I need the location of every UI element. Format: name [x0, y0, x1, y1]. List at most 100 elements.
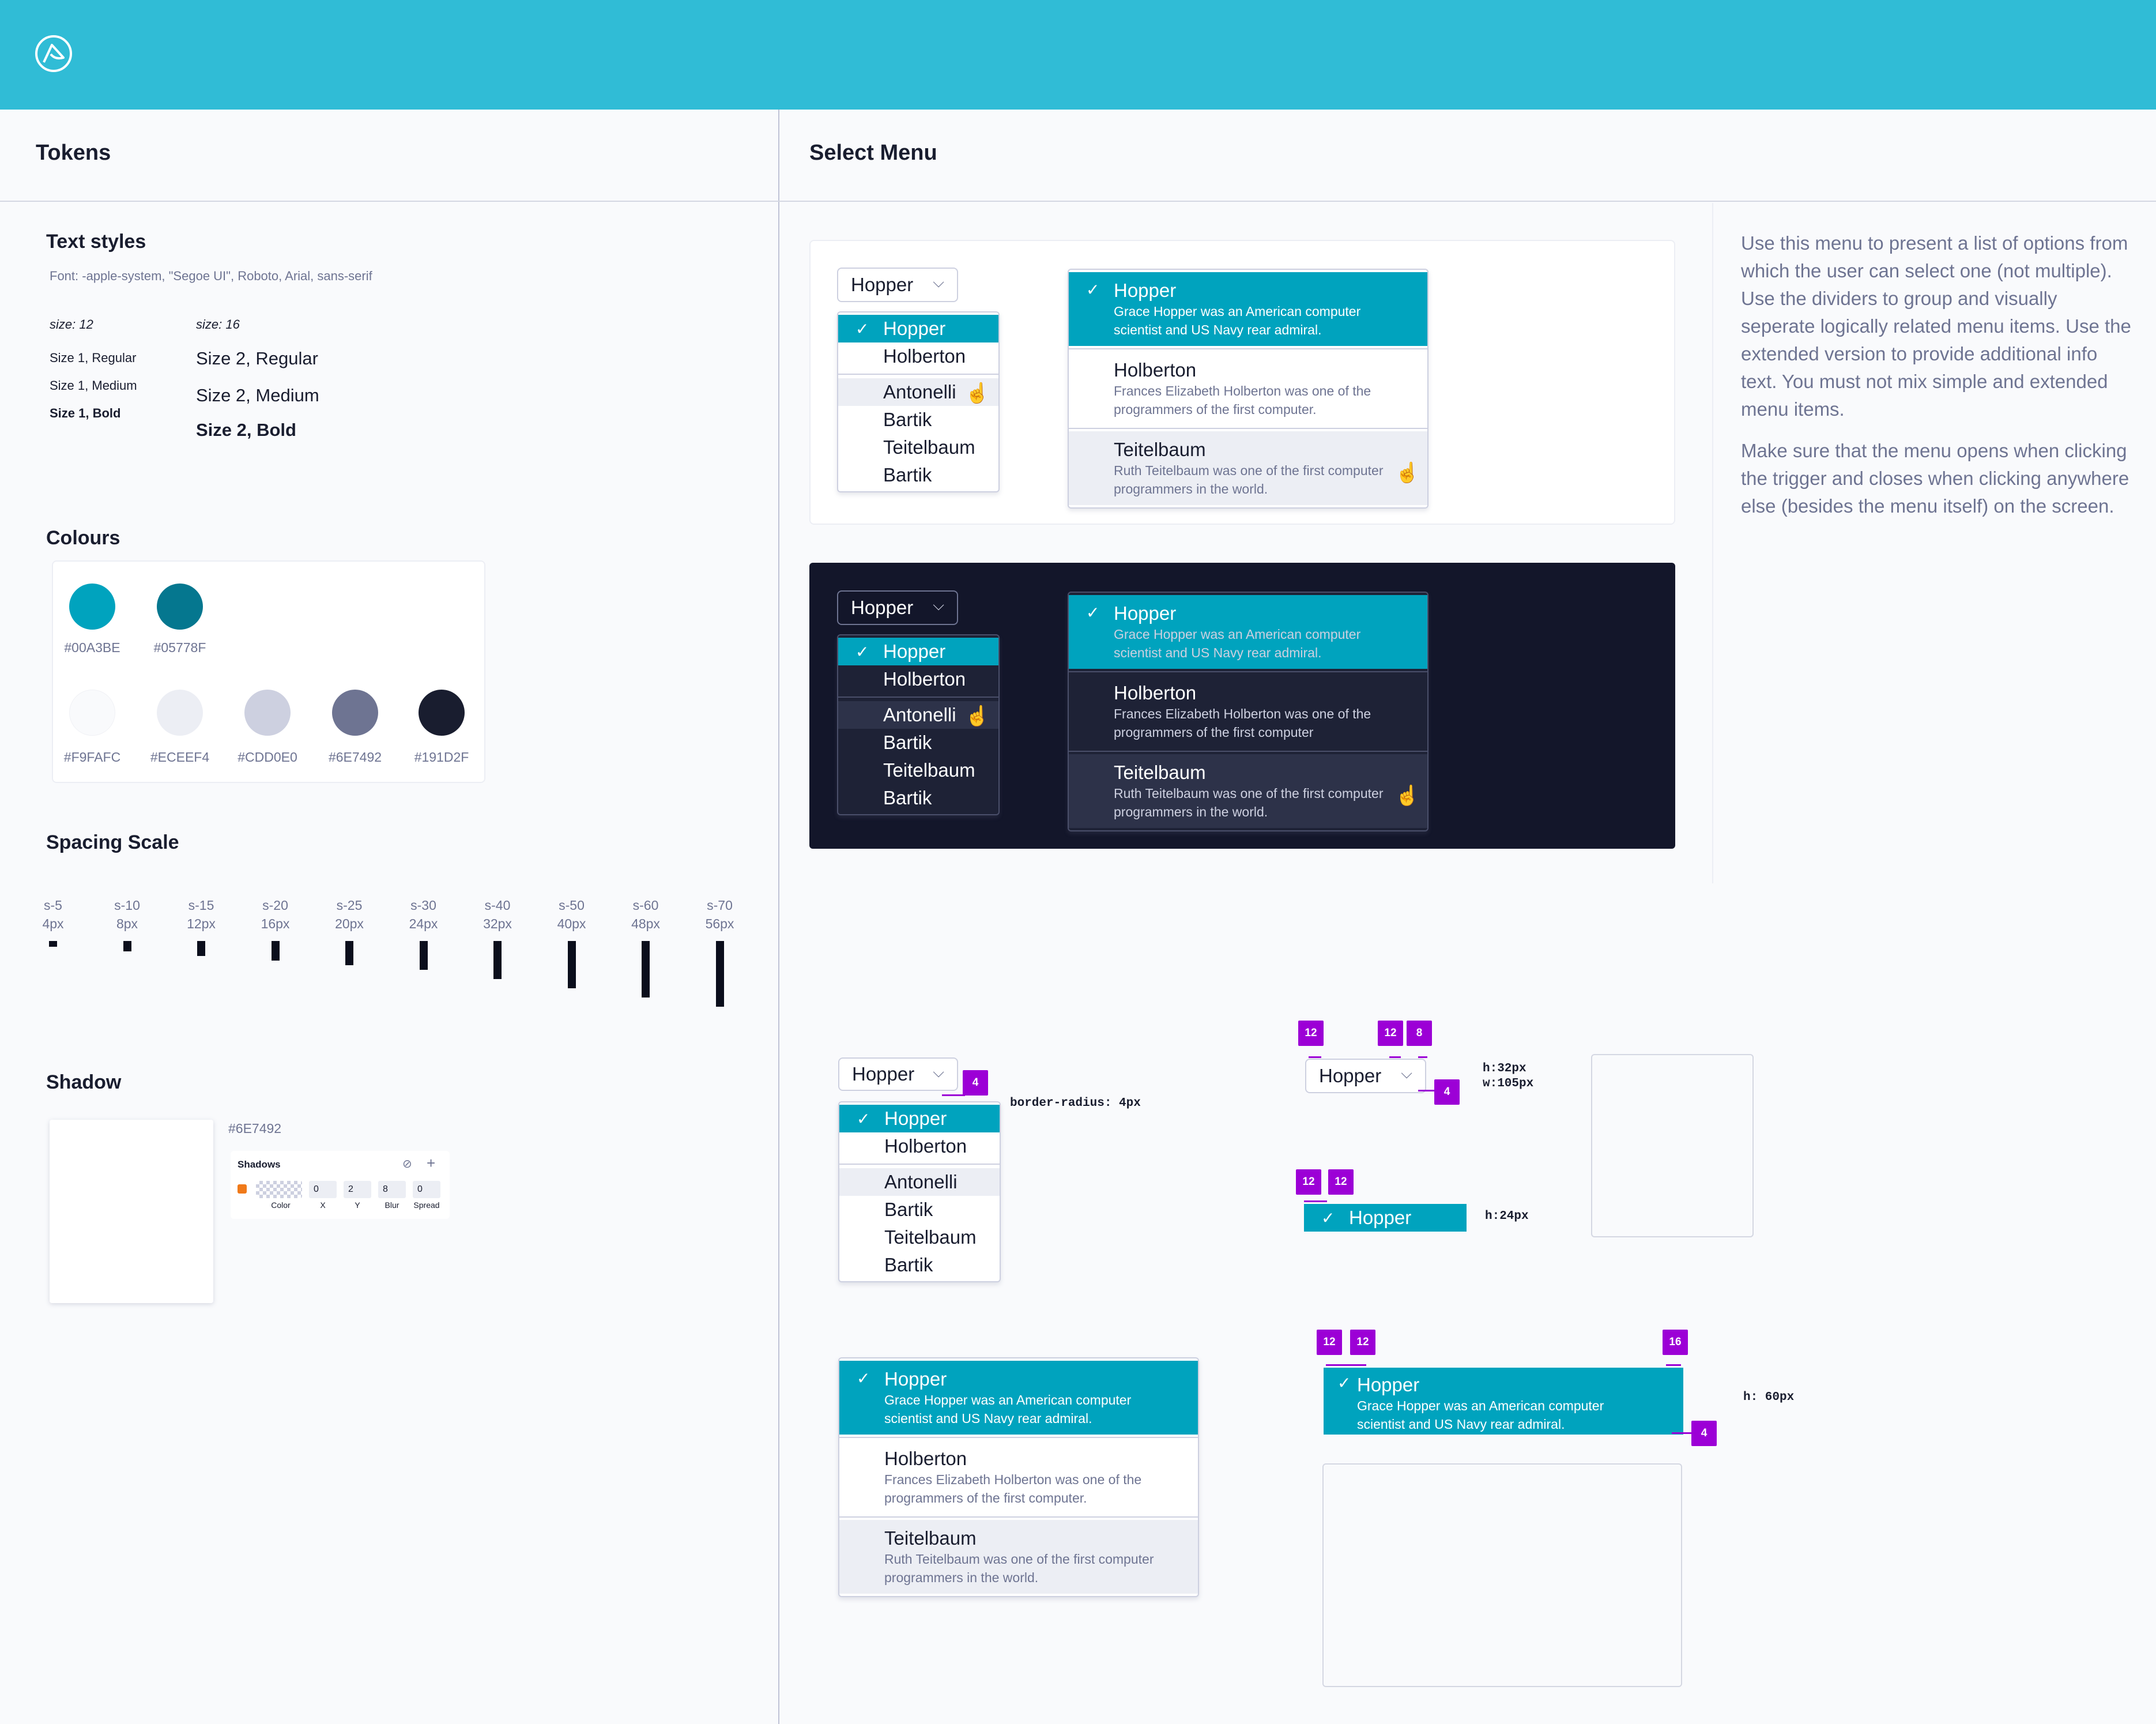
spec-label: h: 60px [1743, 1391, 1795, 1404]
menu-item-desc: Ruth Teitelbaum was one of the first com… [1114, 786, 1384, 801]
menu-divider [1069, 671, 1427, 672]
menu-divider [838, 374, 998, 375]
spec-ext-desc: scientist and US Navy rear admiral. [1357, 1417, 1565, 1432]
checkmark-icon: ✓ [1337, 1374, 1351, 1392]
spec-placeholder-card [1591, 1054, 1754, 1237]
spec-menu-item: ✓ Hopper [1304, 1204, 1467, 1232]
spacing-bar [271, 941, 280, 961]
menu-item-label: Bartik [883, 787, 932, 808]
font-stack-label: Font: -apple-system, "Segoe UI", Roboto,… [50, 269, 372, 283]
extended-menu-item[interactable]: ✓ Hopper Grace Hopper was an American comp… [839, 1361, 1198, 1435]
shadow-field-spread[interactable]: 0 [413, 1181, 440, 1198]
section-title-shadow: Shadow [46, 1071, 122, 1093]
spacing-bar [642, 941, 650, 997]
spacing-token-px: 20px [335, 916, 364, 931]
colour-hex-label: #00A3BE [64, 640, 120, 655]
size1-medium: Size 1, Medium [50, 378, 137, 393]
select-trigger[interactable]: Hopper ⌵ [838, 1057, 958, 1091]
menu-item[interactable]: ✓ Hopper [839, 1105, 1000, 1132]
menu-item-title: Holberton [1114, 359, 1197, 381]
shadow-field-blur[interactable]: 8 [378, 1181, 406, 1198]
checkmark-icon: ✓ [1321, 1209, 1335, 1227]
menu-item-title: Hopper [1114, 603, 1177, 624]
extended-menu-item[interactable]: ✓ Hopper Grace Hopper was an American comp… [1069, 272, 1427, 346]
menu-item[interactable]: Bartik [838, 729, 998, 756]
menu-item-desc: Grace Hopper was an American computer [1114, 304, 1361, 319]
spacing-bar [567, 941, 576, 988]
select-trigger[interactable]: Hopper ⌵ [837, 590, 958, 625]
checkmark-icon: ✓ [857, 1110, 870, 1128]
shadow-field-y[interactable]: 2 [344, 1181, 371, 1198]
simple-select-menu: ✓ Hopper Holberton Antonelli Bartik Teitelbau… [838, 1101, 1001, 1282]
menu-item[interactable]: ✓ Hopper [838, 315, 998, 342]
colour-swatch [332, 690, 378, 736]
menu-divider [839, 1516, 1198, 1518]
menu-item-desc: scientist and US Navy rear admiral. [1114, 645, 1322, 660]
spec-line [1418, 1056, 1427, 1058]
spec-badge: 12 [1317, 1330, 1342, 1355]
menu-item[interactable]: Teitelbaum [838, 434, 998, 461]
spacing-token-px: 32px [483, 916, 512, 931]
colour-hex-label: #F9FAFC [63, 750, 121, 765]
menu-item[interactable]: Bartik [839, 1196, 1000, 1224]
select-menu-wrap: ✓ Hopper Holberton Antonelli ☝ Bartik Teitelba… [837, 311, 1000, 492]
menu-item-desc: Frances Elizabeth Holberton was one of t… [1114, 706, 1371, 721]
extended-select-menu: ✓ Hopper Grace Hopper was an American comp… [1068, 269, 1428, 509]
spec-placeholder-card [1322, 1463, 1682, 1687]
simple-select-menu: ✓ Hopper Holberton Antonelli ☝ Bartik Teitelba… [837, 311, 1000, 492]
menu-item[interactable]: Holberton [838, 342, 998, 370]
shadow-field-x[interactable]: 0 [309, 1181, 337, 1198]
leaf-logo-icon[interactable] [35, 35, 73, 73]
menu-item-desc: programmers of the first computer. [884, 1490, 1087, 1505]
extended-menu-wrap: ✓ Hopper Grace Hopper was an American comp… [1068, 592, 1428, 831]
menu-item[interactable]: Teitelbaum [839, 1224, 1000, 1251]
menu-item-title: Teitelbaum [884, 1527, 977, 1549]
extended-menu-item[interactable]: Holberton Frances Elizabeth Holberton was… [1069, 352, 1427, 426]
menu-item-label: Teitelbaum [884, 1226, 977, 1248]
menu-item-label: Bartik [883, 464, 932, 485]
spec-line [1418, 1090, 1435, 1091]
spec-label: border-radius: 4px [1010, 1097, 1141, 1110]
add-icon[interactable]: + [427, 1154, 435, 1172]
menu-item[interactable]: ✓ Hopper [838, 638, 998, 665]
menu-divider [1069, 348, 1427, 349]
menu-item[interactable]: Bartik [839, 1251, 1000, 1279]
spacing-bar [715, 941, 724, 1007]
checkmark-icon: ✓ [855, 643, 869, 661]
spacing-bar [345, 941, 353, 965]
extended-menu-item[interactable]: Teitelbaum Ruth Teitelbaum was one of the… [1069, 431, 1427, 505]
menu-item-label: Bartik [884, 1199, 933, 1220]
shadow-preview-card [50, 1120, 213, 1303]
link-icon[interactable]: ⊘ [402, 1157, 412, 1171]
menu-item-label: Holberton [883, 668, 966, 690]
menu-item[interactable]: Antonelli [839, 1168, 1000, 1196]
spacing-bar [493, 941, 502, 979]
extended-menu-item[interactable]: Teitelbaum Ruth Teitelbaum was one of the… [839, 1520, 1198, 1594]
menu-item[interactable]: Bartik [838, 406, 998, 434]
colour-swatch [69, 584, 115, 630]
menu-item-title: Teitelbaum [1114, 762, 1206, 783]
select-trigger-label: Hopper [851, 274, 914, 295]
extended-menu-item[interactable]: Holberton Frances Elizabeth Holberton was… [839, 1440, 1198, 1514]
menu-item-title: Hopper [884, 1368, 947, 1390]
select-trigger[interactable]: Hopper ⌵ [837, 268, 958, 302]
extended-menu-item[interactable]: Teitelbaum Ruth Teitelbaum was one of the… [1069, 754, 1427, 828]
menu-item[interactable]: Holberton [838, 665, 998, 693]
menu-item[interactable]: Holberton [839, 1132, 1000, 1160]
extended-menu-item[interactable]: Holberton Frances Elizabeth Holberton was… [1069, 675, 1427, 748]
menu-item[interactable]: Teitelbaum [838, 756, 998, 784]
menu-item[interactable]: Bartik [838, 461, 998, 489]
spacing-token-px: 4px [42, 916, 64, 931]
shadow-color-field[interactable] [256, 1181, 302, 1198]
menu-item[interactable]: Bartik [838, 784, 998, 812]
size2-regular: Size 2, Regular [196, 348, 318, 368]
select-trigger[interactable]: Hopper ⌵ [1305, 1059, 1426, 1093]
menu-item-label: Teitelbaum [883, 436, 975, 458]
menu-item-desc: Ruth Teitelbaum was one of the first com… [884, 1552, 1154, 1567]
extended-menu-item[interactable]: ✓ Hopper Grace Hopper was an American comp… [1069, 595, 1427, 669]
menu-item[interactable]: Antonelli ☝ [838, 701, 998, 729]
spec-badge: 12 [1350, 1330, 1375, 1355]
shadow-enabled-checkbox[interactable] [238, 1184, 247, 1194]
shadows-inspector: Shadows ⊘ + Color 0 X 2 Y 8 Blur 0 Spread [231, 1151, 450, 1219]
menu-item[interactable]: Antonelli ☝ [838, 378, 998, 406]
